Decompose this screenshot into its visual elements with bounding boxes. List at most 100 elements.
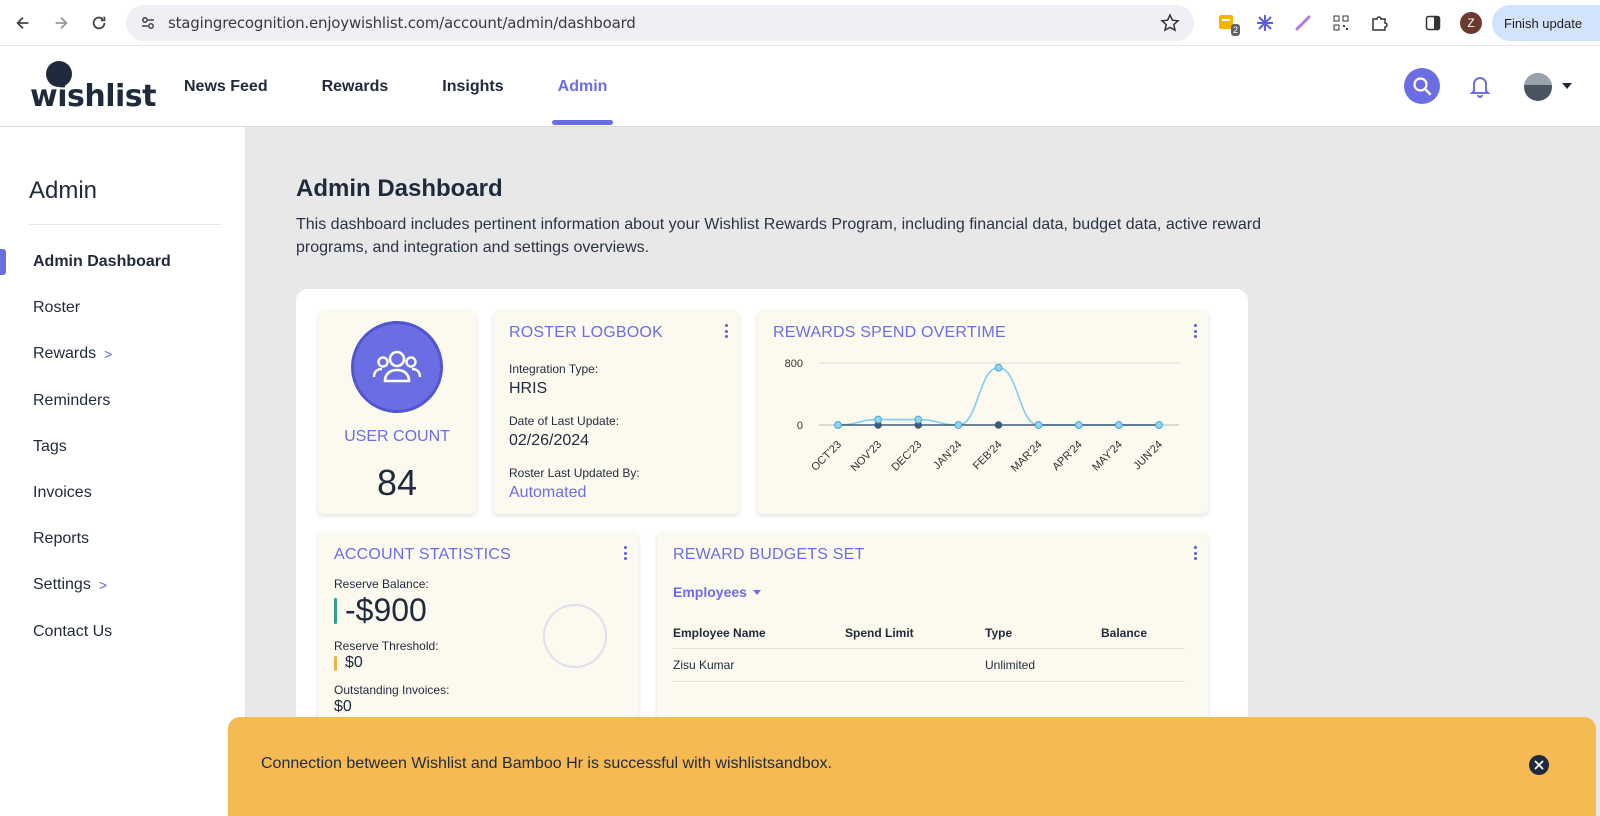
extension-badge: 2 <box>1230 24 1240 36</box>
sidebar-item-label: Contact Us <box>33 622 113 640</box>
main-nav: News Feed Rewards Insights Admin <box>184 47 661 127</box>
x-tick-label: APR'24 <box>1050 439 1085 474</box>
x-tick-label: NOV'23 <box>849 439 884 474</box>
x-tick-label: FEB'24 <box>971 439 1005 473</box>
back-icon[interactable] <box>4 4 42 42</box>
url-text[interactable]: stagingrecognition.enjoywishlist.com/acc… <box>168 14 636 32</box>
chevron-down-icon[interactable] <box>1562 83 1572 89</box>
app-header: wishlist News Feed Rewards Insights Admi… <box>0 47 1600 127</box>
address-bar[interactable]: stagingrecognition.enjoywishlist.com/acc… <box>126 5 1194 41</box>
site-info-icon[interactable] <box>140 15 156 31</box>
page-description: This dashboard includes pertinent inform… <box>296 216 1261 256</box>
nav-admin[interactable]: Admin <box>551 47 614 127</box>
sidebar-item-label: Reports <box>33 530 90 548</box>
employees-filter-dropdown[interactable]: Employees <box>673 584 761 600</box>
roster-logbook-title: ROSTER LOGBOOK <box>509 324 663 341</box>
integration-type-label: Integration Type: <box>509 362 599 376</box>
sidebar-divider <box>29 224 221 225</box>
data-point <box>954 421 963 429</box>
notifications-bell-icon[interactable] <box>1468 73 1492 104</box>
column-spend-limit[interactable]: Spend Limit <box>845 622 985 649</box>
browser-toolbar: stagingrecognition.enjoywishlist.com/acc… <box>0 0 1600 46</box>
table-row[interactable]: Zisu Kumar Unlimited <box>673 648 1185 682</box>
balance-indicator <box>334 597 337 624</box>
extension-sparkle-icon[interactable] <box>1246 8 1284 38</box>
sidebar-item-label: Settings <box>33 576 91 594</box>
outstanding-invoices-value: $0 <box>334 698 352 715</box>
x-tick-label: JAN'24 <box>931 439 964 472</box>
finish-update-button[interactable]: Finish update <box>1492 5 1600 41</box>
sidebar-item-roster[interactable]: Roster <box>0 285 246 331</box>
x-tick-label: OCT'23 <box>809 439 844 474</box>
balance-ring-chart <box>543 604 607 668</box>
reserve-balance-label: Reserve Balance: <box>334 577 429 591</box>
column-type[interactable]: Type <box>985 622 1101 649</box>
data-point <box>1114 421 1123 429</box>
sidebar-list: Admin Dashboard Roster Rewards > Reminder… <box>0 239 246 655</box>
reload-icon[interactable] <box>80 4 118 42</box>
more-options-icon[interactable] <box>624 546 628 560</box>
reserve-threshold-row: $0 <box>334 654 363 672</box>
side-panel-icon[interactable] <box>1414 8 1452 38</box>
extension-notes-icon[interactable]: 2 <box>1208 8 1246 38</box>
data-point <box>1034 421 1043 429</box>
sidebar-item-invoices[interactable]: Invoices <box>0 470 246 516</box>
data-point <box>1074 421 1083 429</box>
extension-pen-icon[interactable] <box>1284 8 1322 38</box>
roster-logbook-card: ROSTER LOGBOOK Integration Type: HRIS Da… <box>493 310 739 514</box>
account-statistics-title: ACCOUNT STATISTICS <box>334 546 511 563</box>
user-count-value: 84 <box>376 462 418 503</box>
users-group-icon <box>351 321 443 413</box>
search-icon <box>1413 77 1432 96</box>
balance-cell <box>1101 648 1185 682</box>
user-count-label: USER COUNT <box>344 428 450 445</box>
bookmark-star-icon[interactable] <box>1160 13 1180 33</box>
rewards-spend-card: REWARDS SPEND OVERTIME 800 0 OCT'23 NOV'23 D… <box>757 310 1208 514</box>
toast-close-button[interactable] <box>1529 755 1549 775</box>
sidebar-item-label: Rewards <box>33 345 97 363</box>
updated-by-label: Roster Last Updated By: <box>509 466 640 480</box>
more-options-icon[interactable] <box>725 324 729 338</box>
more-options-icon[interactable] <box>1194 546 1198 560</box>
column-balance[interactable]: Balance <box>1101 622 1185 649</box>
nav-rewards[interactable]: Rewards <box>322 47 389 127</box>
spend-limit-cell <box>845 648 985 682</box>
data-point <box>834 421 842 429</box>
chevron-right-icon: > <box>104 346 113 363</box>
app-root: stagingrecognition.enjoywishlist.com/acc… <box>0 0 1600 816</box>
outstanding-invoices-label: Outstanding Invoices: <box>334 683 450 697</box>
column-employee-name[interactable]: Employee Name <box>673 622 845 649</box>
sidebar-item-contact-us[interactable]: Contact Us <box>0 609 246 655</box>
x-tick-label: MAY'24 <box>1090 439 1125 474</box>
extension-qr-icon[interactable] <box>1322 8 1360 38</box>
forward-icon[interactable] <box>42 4 80 42</box>
sidebar-item-rewards[interactable]: Rewards > <box>0 331 246 377</box>
nav-insights[interactable]: Insights <box>442 47 503 127</box>
x-tick-label: JUN'24 <box>1131 439 1165 473</box>
sidebar-item-reminders[interactable]: Reminders <box>0 378 246 424</box>
extensions-puzzle-icon[interactable] <box>1360 8 1398 38</box>
wishlist-logo[interactable]: wishlist <box>30 61 156 115</box>
sidebar-item-label: Admin Dashboard <box>33 253 171 271</box>
reserve-balance-value: -$900 <box>345 592 427 628</box>
updated-by-value[interactable]: Automated <box>509 484 586 502</box>
profile-avatar[interactable]: Z <box>1452 8 1490 38</box>
sidebar-item-label: Tags <box>33 437 67 455</box>
employee-name-cell: Zisu Kumar <box>673 648 845 682</box>
reward-budgets-title: REWARD BUDGETS SET <box>673 546 865 563</box>
data-point <box>1155 421 1163 429</box>
sidebar-item-settings[interactable]: Settings > <box>0 562 246 608</box>
reserve-threshold-label: Reserve Threshold: <box>334 639 439 653</box>
sidebar-item-reports[interactable]: Reports <box>0 516 246 562</box>
rewards-spend-chart: 800 0 OCT'23 NOV'23 DEC'23 JAN'24 FEB'24 MAR'24… <box>785 358 1179 475</box>
sidebar-item-tags[interactable]: Tags <box>0 424 246 470</box>
nav-news-feed[interactable]: News Feed <box>184 47 268 127</box>
sidebar-item-admin-dashboard[interactable]: Admin Dashboard <box>0 239 246 285</box>
admin-sidebar: Admin Admin Dashboard Roster Rewards > Re… <box>0 127 246 816</box>
search-button[interactable] <box>1404 68 1440 104</box>
sidebar-item-label: Invoices <box>33 484 92 502</box>
y-tick-label: 0 <box>797 420 803 432</box>
logo-text: wishlist <box>30 79 156 114</box>
table-header-row: Employee Name Spend Limit Type Balance <box>673 622 1185 649</box>
user-avatar[interactable] <box>1524 73 1552 101</box>
